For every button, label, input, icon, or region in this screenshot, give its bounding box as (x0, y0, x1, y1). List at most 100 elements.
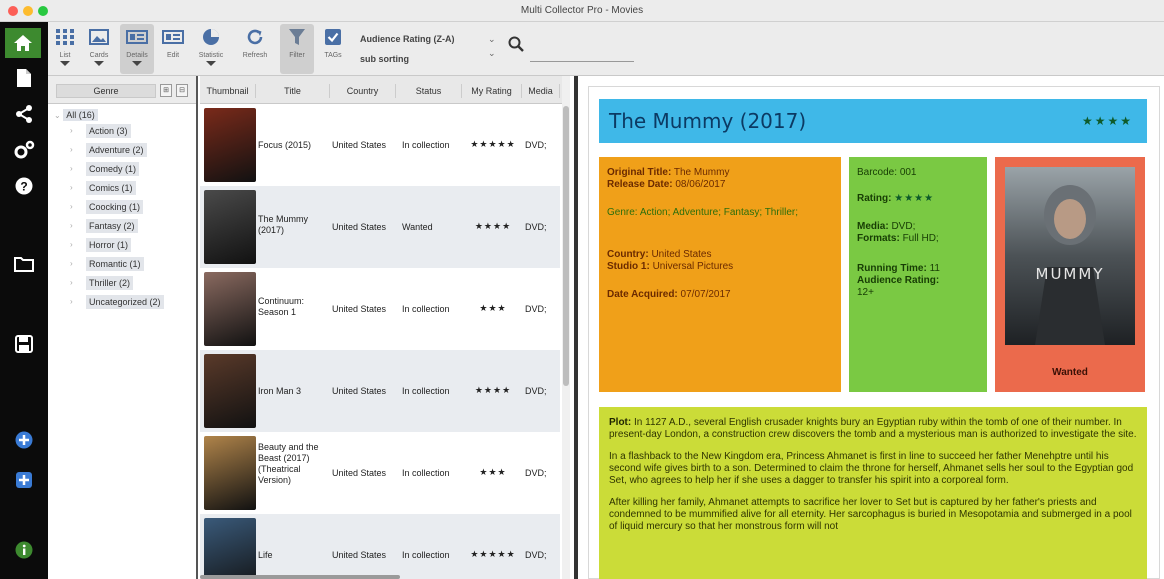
search-icon[interactable] (508, 36, 524, 55)
genre-tree-item[interactable]: › Comedy (1) (70, 162, 180, 176)
movie-country: United States (332, 222, 387, 232)
tree-root-all[interactable]: ⌄ All (16) (54, 109, 98, 121)
edit-button[interactable]: Edit (156, 24, 190, 74)
chevron-right-icon[interactable]: › (70, 257, 73, 271)
list-vertical-scrollbar[interactable] (562, 76, 570, 579)
sort-select[interactable]: Audience Rating (Z-A) (360, 34, 455, 44)
genre-tree-item[interactable]: › Romantic (1) (70, 257, 180, 271)
column-header-status[interactable]: Status (396, 84, 462, 98)
movie-list-row[interactable]: Beauty and the Beast (2017) (Theatrical … (200, 432, 560, 514)
detail-card: The Mummy (2017) ★★★★ Original Title: Th… (588, 86, 1160, 579)
movie-country: United States (332, 550, 387, 560)
column-header-country[interactable]: Country (330, 84, 396, 98)
refresh-button[interactable]: Refresh (238, 24, 272, 74)
release-date-row: Release Date: 08/06/2017 (607, 179, 725, 191)
tags-button[interactable]: TAGs (316, 24, 350, 74)
movie-status: Wanted (402, 222, 433, 232)
chevron-right-icon[interactable]: › (70, 238, 73, 252)
collapse-all-button[interactable]: ⊟ (176, 84, 188, 97)
save-button[interactable] (10, 330, 38, 358)
column-header-media[interactable]: Media (522, 84, 560, 98)
chevron-right-icon[interactable]: › (70, 200, 73, 214)
column-header-title[interactable]: Title (256, 84, 330, 98)
cards-view-button[interactable]: Cards (82, 24, 116, 74)
genre-tree-item[interactable]: › Uncategorized (2) (70, 295, 180, 309)
caret-down-icon (132, 61, 142, 66)
help-button[interactable]: ? (10, 172, 38, 200)
genre-tree-item[interactable]: › Coocking (1) (70, 200, 180, 214)
movie-list-row[interactable]: Life United States In collection ★★★★★ DVD; (200, 514, 560, 579)
movie-thumbnail[interactable] (204, 518, 256, 579)
movie-list-row[interactable]: The Mummy (2017) United States Wanted ★★★★ D… (200, 186, 560, 268)
chevron-right-icon[interactable]: › (70, 219, 73, 233)
movie-title: Beauty and the Beast (2017) (Theatrical … (258, 442, 319, 485)
column-header-thumbnail[interactable]: Thumbnail (200, 84, 256, 98)
genre-value: Action; Adventure; Fantasy; Thriller; (639, 207, 799, 218)
genre-tree-item[interactable]: › Comics (1) (70, 181, 180, 195)
search-input[interactable] (530, 48, 634, 62)
movie-thumbnail[interactable] (204, 108, 256, 182)
chevron-right-icon[interactable]: › (70, 276, 73, 290)
date-acquired-value: 07/07/2017 (680, 289, 731, 300)
movie-list-row[interactable]: Focus (2015) United States In collection ★★… (200, 104, 560, 186)
sub-sort-select[interactable]: sub sorting (360, 54, 409, 64)
chevron-right-icon[interactable]: › (70, 162, 73, 176)
sort-direction-control[interactable]: ⌄ ⌄ (488, 32, 496, 60)
document-button[interactable] (10, 64, 38, 92)
genre-tree-item[interactable]: › Thriller (2) (70, 276, 180, 290)
genre-tree-item[interactable]: › Adventure (2) (70, 143, 180, 157)
cards-view-label: Cards (89, 52, 109, 59)
list-horizontal-scrollbar[interactable] (200, 575, 400, 579)
pie-chart-icon (203, 29, 219, 45)
media-row: Media: DVD; (857, 221, 915, 233)
genre-tree-item-label: Uncategorized (2) (86, 295, 164, 309)
chevron-right-icon[interactable]: › (70, 181, 73, 195)
home-button[interactable] (5, 28, 41, 58)
statistic-button[interactable]: Statistic (194, 24, 228, 74)
refresh-icon (247, 29, 263, 45)
add-collection-button[interactable] (10, 466, 38, 494)
genre-tree-item[interactable]: › Fantasy (2) (70, 219, 180, 233)
chevron-right-icon[interactable]: › (70, 295, 73, 309)
expand-all-button[interactable]: ⊞ (160, 84, 172, 97)
movie-title: Iron Man 3 (258, 386, 302, 396)
settings-button[interactable] (10, 136, 38, 164)
chevron-right-icon[interactable]: › (70, 143, 73, 157)
movie-thumbnail[interactable] (204, 436, 256, 510)
barcode-label: Barcode: (857, 167, 898, 178)
movie-title: Continuum: Season 1 (258, 296, 305, 317)
chevron-right-icon[interactable]: › (70, 124, 73, 138)
movie-thumbnail[interactable] (204, 354, 256, 428)
movie-list-row[interactable]: Iron Man 3 United States In collection ★★★★… (200, 350, 560, 432)
genre-tree-item[interactable]: › Horror (1) (70, 238, 180, 252)
movie-country: United States (332, 468, 387, 478)
movie-media: DVD; (525, 222, 547, 232)
column-header-my-rating[interactable]: My Rating (462, 84, 522, 98)
rating-row: Rating: ★★★★ (857, 193, 934, 205)
movie-thumbnail[interactable] (204, 190, 256, 264)
info-button[interactable] (10, 536, 38, 564)
genre-tree-item-label: Thriller (2) (86, 276, 134, 290)
genre-tree-item[interactable]: › Action (3) (70, 124, 180, 138)
list-view-button[interactable]: List (48, 24, 82, 74)
folder-button[interactable] (10, 250, 38, 278)
list-scroll-thumb[interactable] (563, 106, 569, 386)
barcode-value: 001 (899, 167, 917, 178)
movie-media: DVD; (525, 468, 547, 478)
original-title-label: Original Title: (607, 167, 672, 178)
movie-poster[interactable]: MUMMY (1005, 167, 1135, 345)
date-acquired-label: Date Acquired: (607, 289, 678, 300)
movie-status: In collection (402, 386, 450, 396)
chevron-up-icon[interactable]: ⌄ (488, 32, 496, 46)
movie-title: Focus (2015) (258, 140, 312, 150)
movie-list-row[interactable]: Continuum: Season 1 United States In colle… (200, 268, 560, 350)
country-row: Country: United States (607, 249, 712, 261)
movie-thumbnail[interactable] (204, 272, 256, 346)
chevron-down-icon[interactable]: ⌄ (488, 46, 496, 60)
share-button[interactable] (10, 100, 38, 128)
details-view-button[interactable]: Details (120, 24, 154, 74)
genre-header-label[interactable]: Genre (56, 84, 156, 98)
svg-text:?: ? (20, 180, 27, 194)
add-item-button[interactable] (10, 426, 38, 454)
filter-button[interactable]: Filter (280, 24, 314, 74)
